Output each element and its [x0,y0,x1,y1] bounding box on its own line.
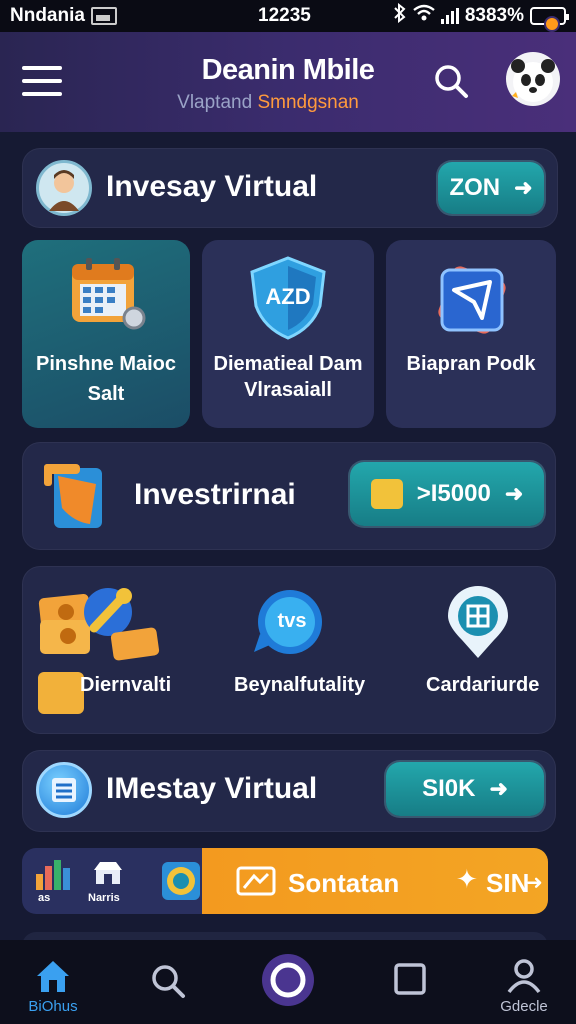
list-icon [36,762,92,818]
shop-icon [94,862,122,884]
notification-badge [544,16,560,32]
button-label: SI0K [422,775,476,802]
arrow-right-icon: ➜ [514,175,533,200]
money-icon [38,588,160,661]
app-header: Deanin Mbile Vlaptand Smndgsnan [0,32,576,132]
button-label: ZON [449,174,501,201]
nav-label: BiOhus [28,998,78,1015]
nav-center[interactable] [260,952,316,1024]
sparkle-icon: ✦ [456,864,478,894]
arrow-right-icon: ➜ [526,872,543,894]
carrier-name: Nndania [10,5,85,26]
avatar-icon [36,160,92,216]
square-icon [394,963,426,995]
battery-percent: 8383% [464,5,524,26]
arrow-right-icon: ➜ [489,776,508,801]
tile-biapran[interactable]: Biapran Podk [386,240,556,428]
promo-main-section[interactable]: Sontatan ✦ SIN ➜ [202,848,548,914]
home-icon [37,961,69,992]
feature-label: Beynalfutality [234,674,366,696]
bottom-nav: BiOhus Gdecle [0,940,576,1024]
search-button[interactable] [432,62,470,100]
safe-icon [38,672,84,714]
nav-search[interactable] [148,962,188,1024]
nav-profile[interactable]: Gdecle [494,958,554,1024]
chat-icon-text: tvs [277,610,307,632]
panda-avatar-icon [511,59,555,102]
image-notification-icon [90,7,117,25]
nav-home[interactable]: BiOhus [22,958,84,1024]
tile-label-line1: Pinshne Maioc [35,353,177,375]
nav-label: Gdecle [500,998,548,1015]
wifi-icon [413,4,435,28]
bar-chart-icon [36,860,70,890]
document-icon [44,464,102,528]
tile-diematieal[interactable]: AZD Diematieal Dam Vlrasaiall [202,240,374,428]
mini-label-a: as [38,892,51,904]
circle-icon [262,954,314,1006]
subtitle-part-a: Vlaptand [177,92,253,113]
location-icon [448,586,508,658]
arrow-right-icon: ➜ [504,481,524,506]
button-label: >I5000 [416,480,491,507]
zon-button[interactable]: ZON ➜ [438,162,544,214]
coin-icon [162,862,200,900]
subtitle-part-b: Smndgsnan [257,92,359,113]
promo-main-text: Sontatan [288,868,400,898]
app-title: Deanin Mbile [201,54,375,86]
avatar-button[interactable] [506,52,560,106]
promo-bar[interactable]: as Narris Sontatan ✦ SIN ➜ [22,848,548,914]
nav-square[interactable] [390,962,430,1024]
bluetooth-icon [393,2,407,29]
status-time: 12235 [258,5,311,26]
ticket-icon [236,866,276,896]
mini-label-b: Narris [88,892,120,904]
row-title: Invesay Virtual [106,170,318,203]
tile-label-line2: Vlrasaiall [244,379,332,401]
shield-icon-text: AZD [265,284,311,309]
send-icon [438,266,506,334]
profile-icon [507,959,541,994]
tile-pinshne[interactable]: Pinshne Maioc Salt [22,240,190,428]
search-icon [435,65,468,98]
tile-label-line1: Diematieal Dam [213,353,363,375]
feature-label: Diernvalti [80,674,172,696]
signal-icon [440,8,459,24]
feature-label: Cardariurde [426,674,540,696]
calendar-icon [72,258,146,330]
amount-button[interactable]: >I5000 ➜ [350,462,544,526]
row-title: IMestay Virtual [106,772,318,805]
s10k-button[interactable]: SI0K ➜ [386,762,544,816]
promo-mini-section: as Narris [22,848,202,914]
chart-icon [370,479,403,509]
status-bar: Nndania 12235 8383% [0,0,576,32]
row-title: Investrirnai [134,478,296,511]
tile-label-line1: Biapran Podk [406,353,536,375]
tile-label-line2: Salt [87,383,125,405]
promo-right-text: SIN [486,868,530,898]
search-icon [152,965,185,998]
